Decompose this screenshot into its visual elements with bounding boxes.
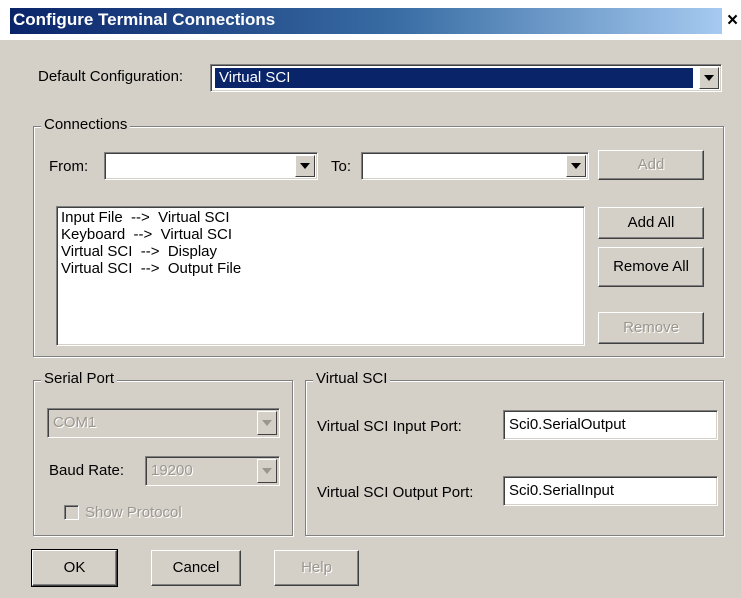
virtual-sci-legend: Virtual SCI (313, 370, 391, 387)
list-item[interactable]: Virtual SCI --> Display (61, 243, 241, 260)
dropdown-button[interactable] (295, 155, 315, 177)
chevron-down-icon (262, 420, 272, 426)
dropdown-button[interactable] (699, 67, 719, 89)
virtual-sci-input-label: Virtual SCI Input Port: (317, 418, 462, 435)
serial-port-legend: Serial Port (41, 370, 118, 387)
close-icon[interactable]: × (724, 10, 741, 32)
ok-button[interactable]: OK (31, 549, 118, 587)
list-item[interactable]: Input File --> Virtual SCI (61, 209, 241, 226)
virtual-sci-output-field[interactable]: Sci0.SerialInput (503, 476, 718, 506)
serial-port-select[interactable]: COM1 (47, 408, 280, 438)
virtual-sci-input-value: Sci0.SerialOutput (509, 416, 626, 433)
default-config-select[interactable]: Virtual SCI (210, 64, 722, 92)
add-button[interactable]: Add (598, 150, 704, 180)
connections-list[interactable]: Input File --> Virtual SCI Keyboard --> … (56, 206, 585, 346)
list-item[interactable]: Virtual SCI --> Output File (61, 260, 241, 277)
from-select[interactable] (104, 152, 318, 180)
from-label: From: (49, 158, 89, 175)
chevron-down-icon (571, 163, 581, 169)
chevron-down-icon (300, 163, 310, 169)
add-all-button[interactable]: Add All (598, 207, 704, 239)
virtual-sci-output-value: Sci0.SerialInput (509, 482, 615, 499)
dropdown-button[interactable] (257, 411, 277, 435)
virtual-sci-input-field[interactable]: Sci0.SerialOutput (503, 410, 718, 440)
title-bar: Configure Terminal Connections × (0, 0, 741, 40)
cancel-button[interactable]: Cancel (151, 550, 241, 586)
help-button[interactable]: Help (274, 550, 359, 586)
serial-port-value: COM1 (53, 414, 97, 431)
baud-rate-value: 19200 (151, 462, 193, 479)
to-select[interactable] (361, 152, 589, 180)
default-config-label: Default Configuration: (38, 68, 184, 85)
show-protocol-label: Show Protocol (85, 504, 182, 521)
connections-legend: Connections (41, 116, 131, 133)
to-label: To: (331, 158, 352, 175)
remove-all-button[interactable]: Remove All (598, 247, 704, 287)
remove-button[interactable]: Remove (598, 312, 704, 344)
dropdown-button[interactable] (257, 459, 277, 483)
chevron-down-icon (262, 468, 272, 474)
baud-rate-label: Baud Rate: (49, 462, 125, 479)
baud-rate-select[interactable]: 19200 (145, 456, 280, 486)
chevron-down-icon (704, 75, 714, 81)
virtual-sci-output-label: Virtual SCI Output Port: (317, 484, 474, 501)
list-item[interactable]: Keyboard --> Virtual SCI (61, 226, 241, 243)
virtual-sci-group (305, 380, 724, 536)
default-config-value: Virtual SCI (219, 69, 291, 86)
show-protocol-checkbox[interactable] (64, 505, 79, 520)
window-title: Configure Terminal Connections (13, 10, 276, 29)
dropdown-button[interactable] (566, 155, 586, 177)
connections-list-items: Input File --> Virtual SCI Keyboard --> … (61, 209, 241, 277)
